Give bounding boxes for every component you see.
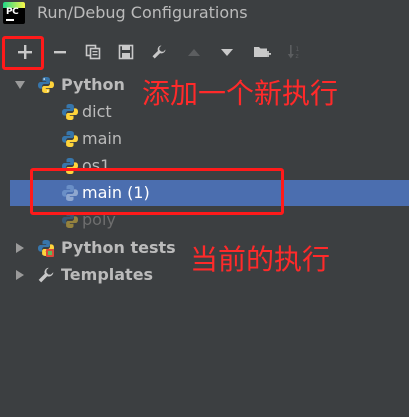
plus-icon — [18, 45, 32, 59]
tree-node-main-1[interactable]: main (1) — [10, 180, 409, 206]
sort-button[interactable]: 1 z — [283, 38, 307, 66]
window-title: Run/Debug Configurations — [37, 3, 248, 22]
toolbar: 1 z — [0, 38, 409, 66]
tree-label-python: Python — [61, 75, 125, 94]
tree-node-os1[interactable]: os1 — [0, 153, 409, 179]
save-icon — [118, 44, 134, 60]
python-icon — [38, 77, 54, 93]
run-debug-configurations-window: PC Run/Debug Configurations 1 z Python d… — [0, 0, 409, 417]
copy-configuration-button[interactable] — [81, 38, 105, 66]
tree-label-poly: poly — [82, 210, 116, 229]
folder-add-icon — [254, 47, 271, 57]
save-configuration-button[interactable] — [114, 38, 138, 66]
expand-arrow-down-icon[interactable] — [15, 80, 25, 90]
expand-arrow-right-icon[interactable] — [15, 243, 25, 253]
tree-node-poly[interactable]: poly — [0, 207, 409, 233]
tree-node-main[interactable]: main — [0, 126, 409, 152]
annotation-current: 当前的执行 — [190, 243, 331, 276]
move-down-button[interactable] — [215, 38, 239, 66]
tree-label-main-1: main (1) — [82, 183, 150, 202]
python-icon — [62, 104, 78, 120]
wrench-icon — [38, 267, 54, 283]
copy-icon — [85, 44, 101, 60]
tree-label-python-tests: Python tests — [61, 238, 176, 257]
svg-text:z: z — [296, 53, 299, 60]
title-bar: PC Run/Debug Configurations — [0, 0, 409, 28]
tree-label-templates: Templates — [61, 265, 154, 284]
wrench-icon — [152, 45, 166, 59]
move-up-button[interactable] — [182, 38, 206, 66]
tree-label-main: main — [82, 129, 122, 148]
expand-arrow-right-icon[interactable] — [15, 270, 25, 280]
python-icon — [62, 158, 78, 174]
svg-text:1: 1 — [296, 46, 300, 53]
python-icon — [62, 131, 78, 147]
remove-configuration-button[interactable] — [48, 38, 72, 66]
annotation-add-new: 添加一个新执行 — [142, 77, 339, 110]
pycharm-app-icon: PC — [3, 2, 25, 24]
sort-az-icon: 1 z — [287, 45, 300, 60]
python-icon — [62, 212, 78, 228]
tree-label-os1: os1 — [82, 156, 111, 175]
triangle-down-icon — [221, 49, 233, 56]
minus-icon — [54, 51, 66, 54]
edit-defaults-button[interactable] — [147, 38, 171, 66]
tree-label-dict: dict — [82, 102, 112, 121]
python-tests-icon — [38, 240, 54, 257]
triangle-up-icon — [188, 49, 200, 56]
add-configuration-button[interactable] — [13, 38, 37, 66]
new-folder-button[interactable] — [250, 38, 274, 66]
python-icon — [62, 185, 78, 201]
